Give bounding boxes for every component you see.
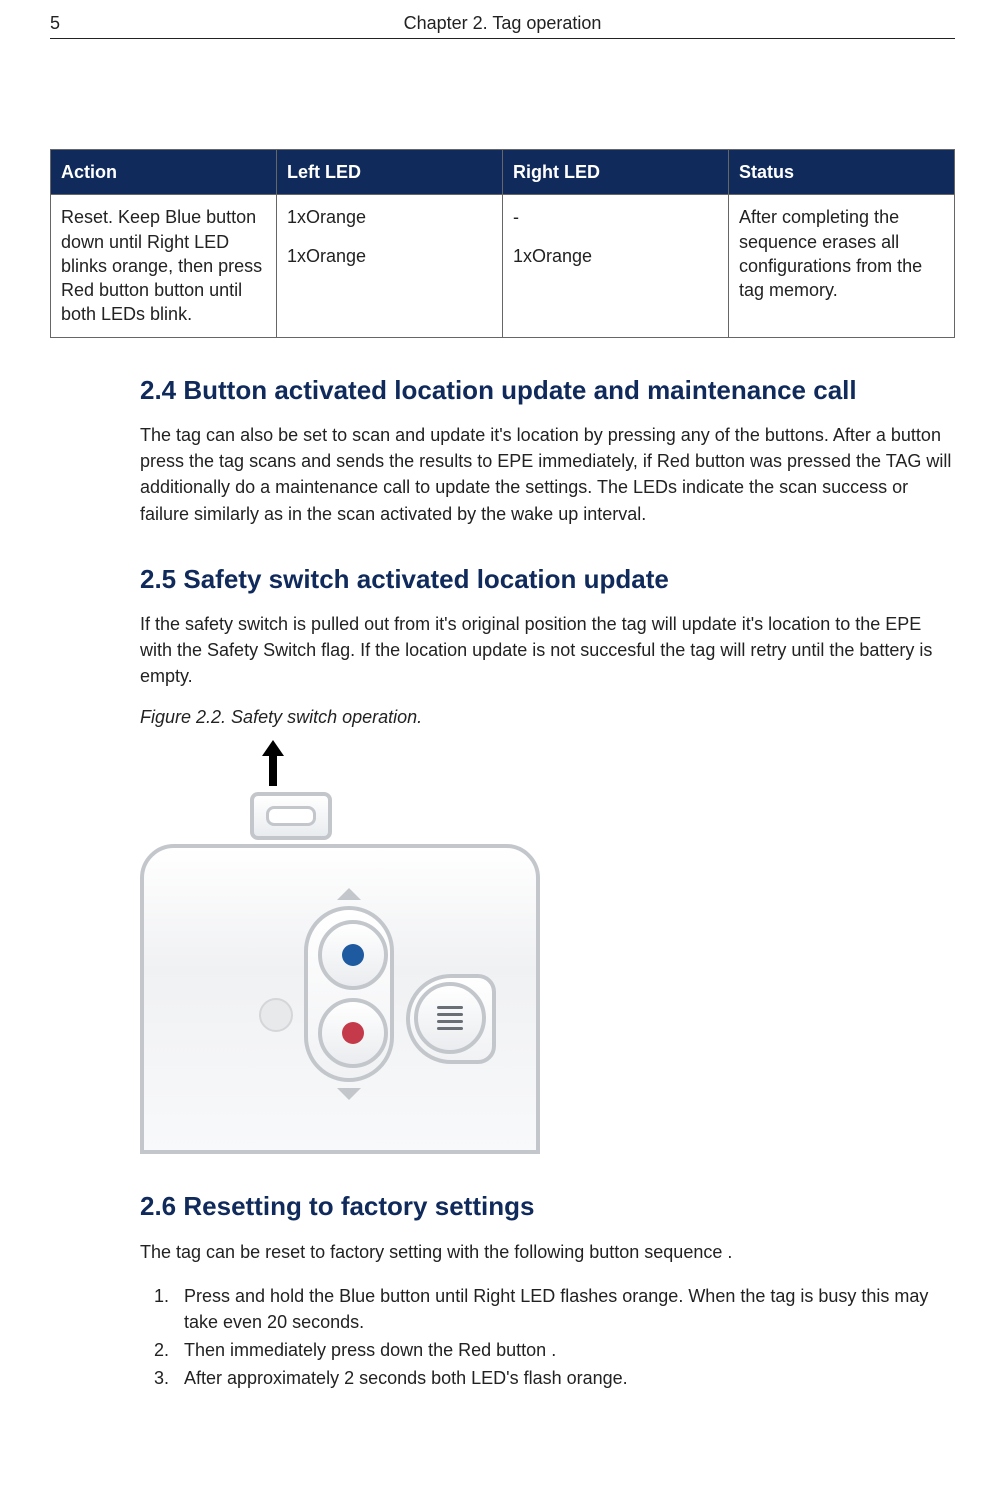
led-action-table: Action Left LED Right LED Status Reset. … [50, 149, 955, 338]
blue-button-icon [318, 920, 388, 990]
list-item: Press and hold the Blue button until Rig… [174, 1283, 955, 1335]
cell-status: After completing the sequence erases all… [729, 195, 955, 337]
table-row: Reset. Keep Blue button down until Right… [51, 195, 955, 337]
safety-switch-figure [140, 738, 540, 1154]
page-header: 5 Chapter 2. Tag operation [50, 0, 955, 39]
vertical-button-column [304, 888, 394, 1106]
col-right-led: Right LED [503, 150, 729, 195]
reset-steps-list: Press and hold the Blue button until Rig… [140, 1283, 955, 1391]
page-root: 5 Chapter 2. Tag operation Action Left L… [0, 0, 1005, 1499]
cell-left-led: 1xOrange 1xOrange [277, 195, 503, 337]
chevron-up-icon [337, 888, 361, 900]
section-2-6-intro: The tag can be reset to factory setting … [140, 1239, 955, 1265]
right-led-line1: - [513, 205, 718, 229]
section-2-4-body: The tag can also be set to scan and upda… [140, 422, 955, 526]
section-2-5-body: If the safety switch is pulled out from … [140, 611, 955, 689]
tag-device-body [140, 844, 540, 1154]
left-led-line2: 1xOrange [287, 244, 492, 268]
cell-right-led: - 1xOrange [503, 195, 729, 337]
page-number: 5 [50, 13, 60, 34]
left-led-line1: 1xOrange [287, 205, 492, 229]
col-left-led: Left LED [277, 150, 503, 195]
section-2-5-title: 2.5 Safety switch activated location upd… [140, 563, 955, 596]
figure-2-2-caption: Figure 2.2. Safety switch operation. [140, 707, 955, 728]
red-button-icon [318, 998, 388, 1068]
section-2-6-title: 2.6 Resetting to factory settings [140, 1190, 955, 1223]
right-led-line2: 1xOrange [513, 244, 718, 268]
led-indicator-icon [259, 998, 293, 1032]
table-header-row: Action Left LED Right LED Status [51, 150, 955, 195]
menu-lines-icon [414, 982, 486, 1054]
chevron-down-icon [337, 1088, 361, 1100]
col-status: Status [729, 150, 955, 195]
body-column: 2.4 Button activated location update and… [50, 374, 955, 1392]
list-item: After approximately 2 seconds both LED's… [174, 1365, 955, 1391]
cell-action: Reset. Keep Blue button down until Right… [51, 195, 277, 337]
list-item: Then immediately press down the Red butt… [174, 1337, 955, 1363]
section-2-4-title: 2.4 Button activated location update and… [140, 374, 955, 407]
button-pill [304, 906, 394, 1082]
safety-switch-icon [250, 792, 332, 840]
arrow-up-icon [260, 738, 540, 788]
red-dot [342, 1022, 364, 1044]
col-action: Action [51, 150, 277, 195]
blue-dot [342, 944, 364, 966]
chapter-title: Chapter 2. Tag operation [404, 13, 602, 34]
